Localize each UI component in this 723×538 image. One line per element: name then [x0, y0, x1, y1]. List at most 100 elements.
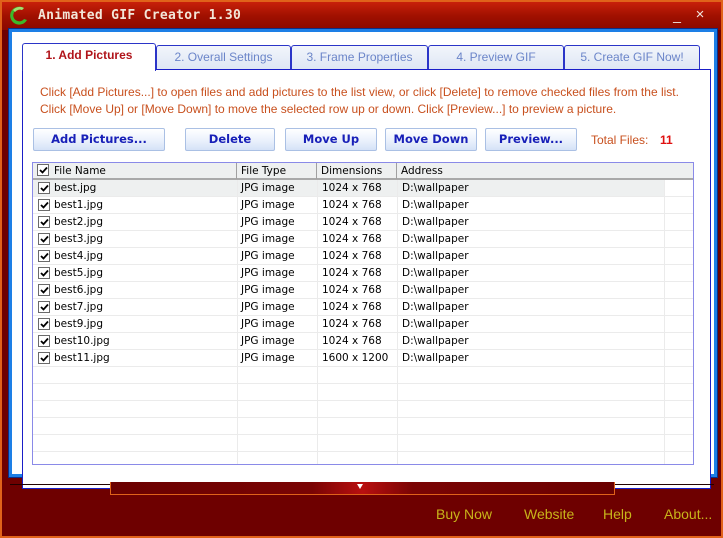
column-divider — [317, 180, 318, 464]
minimize-button[interactable]: _ — [668, 6, 686, 24]
table-row[interactable]: best10.jpg JPG image 1024 x 768 D:\wallpape… — [33, 333, 693, 350]
file-name-cell: best.jpg — [54, 182, 97, 194]
file-type-cell: JPG image — [241, 233, 295, 245]
tab-add-pictures[interactable]: 1. Add Pictures — [22, 43, 156, 71]
help-link[interactable]: Help — [603, 506, 632, 522]
close-button[interactable]: × — [691, 6, 709, 24]
file-type-cell: JPG image — [241, 267, 295, 279]
address-cell: D:\wallpaper — [402, 301, 469, 313]
file-type-cell: JPG image — [241, 352, 295, 364]
instruction-line-2: Click [Move Up] or [Move Down] to move t… — [40, 102, 617, 116]
select-all-checkbox[interactable] — [37, 164, 49, 176]
row-checkbox[interactable] — [38, 216, 50, 228]
address-cell: D:\wallpaper — [402, 182, 469, 194]
column-header-address[interactable]: Address — [397, 163, 693, 179]
dimensions-cell: 1024 x 768 — [322, 182, 382, 194]
tab-bar: 1. Add Pictures 2. Overall Settings 3. F… — [22, 42, 712, 71]
row-checkbox[interactable] — [38, 284, 50, 296]
column-header-dimensions[interactable]: Dimensions — [317, 163, 397, 179]
preview-button[interactable]: Preview... — [485, 128, 577, 151]
address-cell: D:\wallpaper — [402, 216, 469, 228]
row-checkbox[interactable] — [38, 352, 50, 364]
table-row[interactable]: best5.jpg JPG image 1024 x 768 D:\wallpaper — [33, 265, 693, 282]
column-divider — [237, 180, 238, 464]
file-name-cell: best2.jpg — [54, 216, 103, 228]
tab-create-gif-now[interactable]: 5. Create GIF Now! — [564, 45, 700, 70]
row-checkbox[interactable] — [38, 301, 50, 313]
move-down-button[interactable]: Move Down — [385, 128, 477, 151]
address-cell: D:\wallpaper — [402, 267, 469, 279]
dimensions-cell: 1600 x 1200 — [322, 352, 389, 364]
tab-overall-settings[interactable]: 2. Overall Settings — [156, 45, 291, 70]
client-inner: 1. Add Pictures 2. Overall Settings 3. F… — [12, 32, 714, 489]
dimensions-cell: 1024 x 768 — [322, 318, 382, 330]
table-row[interactable]: best2.jpg JPG image 1024 x 768 D:\wallpaper — [33, 214, 693, 231]
expand-drawer-handle[interactable] — [110, 482, 615, 495]
column-header-file-name[interactable]: File Name — [33, 163, 237, 179]
checkmark-icon — [40, 286, 49, 294]
address-cell: D:\wallpaper — [402, 318, 469, 330]
empty-row — [33, 452, 693, 464]
row-checkbox[interactable] — [38, 182, 50, 194]
client-area: 1. Add Pictures 2. Overall Settings 3. F… — [8, 28, 718, 489]
row-checkbox[interactable] — [38, 233, 50, 245]
checkmark-icon — [39, 166, 48, 174]
file-type-cell: JPG image — [241, 250, 295, 262]
checkmark-icon — [40, 354, 49, 362]
tab-frame-properties[interactable]: 3. Frame Properties — [291, 45, 428, 70]
file-name-cell: best9.jpg — [54, 318, 103, 330]
about-link[interactable]: About... — [664, 506, 712, 522]
file-name-cell: best6.jpg — [54, 284, 103, 296]
table-row[interactable]: best.jpg JPG image 1024 x 768 D:\wallpaper — [33, 180, 693, 197]
dimensions-cell: 1024 x 768 — [322, 199, 382, 211]
delete-button[interactable]: Delete — [185, 128, 275, 151]
table-row[interactable]: best9.jpg JPG image 1024 x 768 D:\wallpaper — [33, 316, 693, 333]
file-name-cell: best10.jpg — [54, 335, 110, 347]
dimensions-cell: 1024 x 768 — [322, 301, 382, 313]
list-header: File Name File Type Dimensions Address — [33, 163, 693, 180]
dimensions-cell: 1024 x 768 — [322, 267, 382, 279]
table-row[interactable]: best11.jpg JPG image 1600 x 1200 D:\wallpap… — [33, 350, 693, 367]
file-type-cell: JPG image — [241, 335, 295, 347]
checkmark-icon — [40, 218, 49, 226]
move-up-button[interactable]: Move Up — [285, 128, 377, 151]
row-checkbox[interactable] — [38, 267, 50, 279]
file-type-cell: JPG image — [241, 318, 295, 330]
file-name-cell: best5.jpg — [54, 267, 103, 279]
row-checkbox[interactable] — [38, 335, 50, 347]
file-name-cell: best4.jpg — [54, 250, 103, 262]
total-files-count: 11 — [660, 133, 673, 147]
file-list[interactable]: File Name File Type Dimensions Address b… — [32, 162, 694, 465]
row-checkbox[interactable] — [38, 318, 50, 330]
column-divider — [397, 180, 398, 464]
checkmark-icon — [40, 320, 49, 328]
dimensions-cell: 1024 x 768 — [322, 284, 382, 296]
down-arrow-icon — [357, 484, 363, 489]
website-link[interactable]: Website — [524, 506, 574, 522]
buy-now-link[interactable]: Buy Now — [436, 506, 492, 522]
app-logo-icon — [10, 6, 28, 25]
table-row[interactable]: best3.jpg JPG image 1024 x 768 D:\wallpaper — [33, 231, 693, 248]
row-checkbox[interactable] — [38, 199, 50, 211]
row-checkbox[interactable] — [38, 250, 50, 262]
file-type-cell: JPG image — [241, 199, 295, 211]
table-row[interactable]: best1.jpg JPG image 1024 x 768 D:\wallpaper — [33, 197, 693, 214]
dimensions-cell: 1024 x 768 — [322, 216, 382, 228]
table-row[interactable]: best4.jpg JPG image 1024 x 768 D:\wallpaper — [33, 248, 693, 265]
table-row[interactable]: best7.jpg JPG image 1024 x 768 D:\wallpaper — [33, 299, 693, 316]
address-cell: D:\wallpaper — [402, 250, 469, 262]
file-type-cell: JPG image — [241, 216, 295, 228]
file-name-cell: best7.jpg — [54, 301, 103, 313]
add-pictures-button[interactable]: Add Pictures... — [33, 128, 165, 151]
tab-preview-gif[interactable]: 4. Preview GIF — [428, 45, 564, 70]
table-row[interactable]: best6.jpg JPG image 1024 x 768 D:\wallpaper — [33, 282, 693, 299]
title-bar[interactable]: Animated GIF Creator 1.30 _ × — [2, 2, 721, 30]
window-title: Animated GIF Creator 1.30 — [38, 8, 242, 23]
column-header-file-type[interactable]: File Type — [237, 163, 317, 179]
file-name-cell: best1.jpg — [54, 199, 103, 211]
app-window: Animated GIF Creator 1.30 _ × 1. Add Pic… — [0, 0, 723, 538]
checkmark-icon — [40, 252, 49, 260]
address-cell: D:\wallpaper — [402, 199, 469, 211]
checkmark-icon — [40, 269, 49, 277]
empty-row — [33, 367, 693, 384]
